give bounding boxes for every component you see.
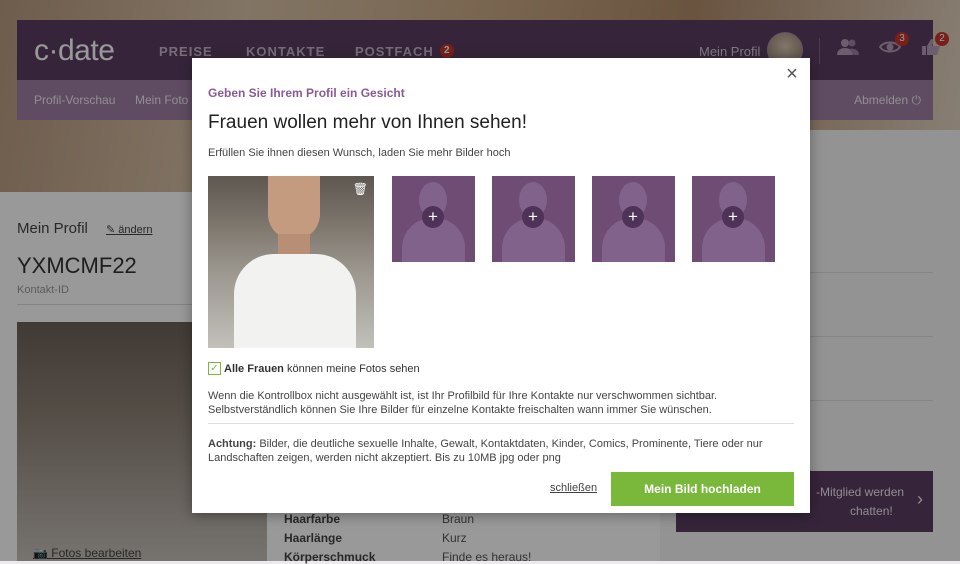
divider bbox=[208, 423, 794, 424]
photo-shirt bbox=[234, 254, 356, 348]
upload-button[interactable]: Mein Bild hochladen bbox=[611, 472, 794, 506]
modal-subtitle: Geben Sie Ihrem Profil ein Gesicht bbox=[208, 86, 405, 100]
add-photo-slot[interactable]: + bbox=[492, 176, 575, 262]
warning-text: Achtung: Bilder, die deutliche sexuelle … bbox=[208, 438, 763, 464]
plus-icon: + bbox=[422, 206, 444, 228]
photo-head bbox=[268, 176, 320, 240]
uploaded-photo[interactable]: 🗑 bbox=[208, 176, 374, 348]
checkbox-label: Alle Frauen können meine Fotos sehen bbox=[224, 363, 420, 375]
close-link[interactable]: schließen bbox=[550, 482, 597, 494]
trash-icon[interactable]: 🗑 bbox=[353, 182, 368, 196]
modal-description: Erfüllen Sie ihnen diesen Wunsch, laden … bbox=[208, 147, 511, 159]
modal-title: Frauen wollen mehr von Ihnen sehen! bbox=[208, 112, 527, 133]
add-photo-slot[interactable]: + bbox=[692, 176, 775, 262]
add-photo-slot[interactable]: + bbox=[392, 176, 475, 262]
plus-icon: + bbox=[622, 206, 644, 228]
all-women-checkbox[interactable]: ✓ bbox=[208, 362, 221, 375]
add-photo-slot[interactable]: + bbox=[592, 176, 675, 262]
plus-icon: + bbox=[522, 206, 544, 228]
close-icon[interactable]: × bbox=[782, 64, 802, 84]
info-text: Wenn die Kontrollbox nicht ausgewählt is… bbox=[208, 390, 718, 416]
upload-photo-modal: × Geben Sie Ihrem Profil ein Gesicht Fra… bbox=[192, 58, 810, 513]
plus-icon: + bbox=[722, 206, 744, 228]
